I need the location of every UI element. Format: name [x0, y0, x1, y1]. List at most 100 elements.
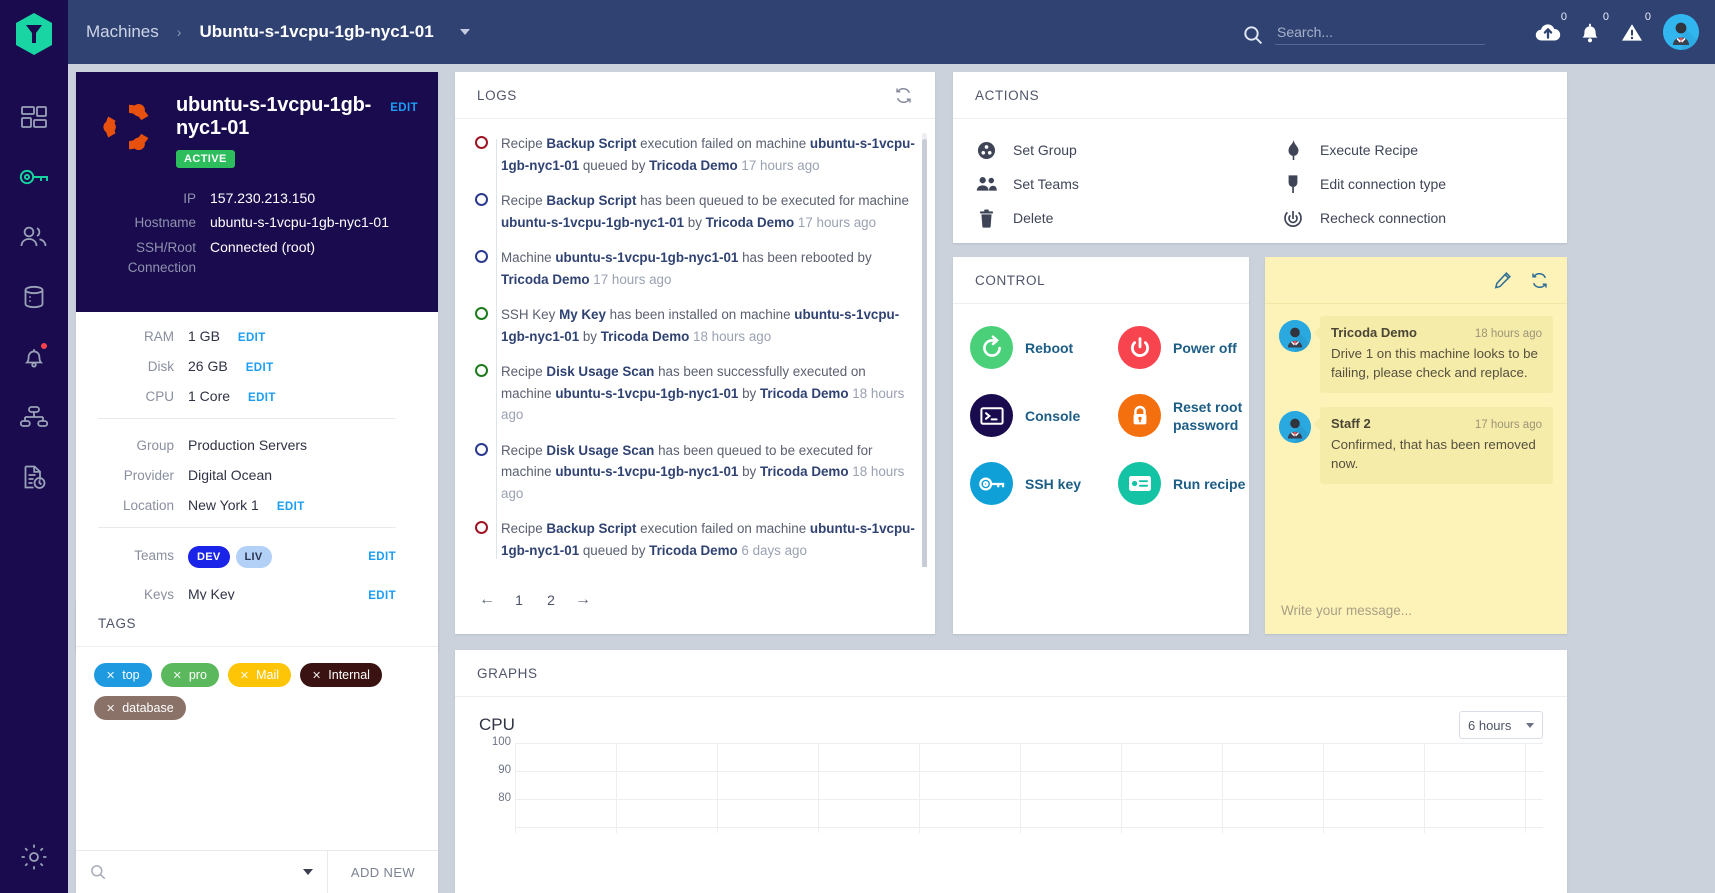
- machine-summary-card: ubuntu-s-1vcpu-1gb-nyc1-01 EDIT ACTIVE I…: [76, 72, 438, 652]
- action-label: Set Teams: [1013, 176, 1079, 192]
- team-badge-liv[interactable]: LIV: [235, 546, 272, 568]
- control-card: CONTROL Reboot Power off Console Reset r…: [953, 257, 1249, 634]
- teams-label: Teams: [134, 548, 174, 563]
- refresh-icon[interactable]: [894, 86, 913, 105]
- tag-chip[interactable]: ✕ Internal: [300, 663, 382, 687]
- team-badge-dev[interactable]: DEV: [188, 546, 230, 568]
- location-edit-link[interactable]: EDIT: [277, 501, 305, 513]
- sidebar-item-groups[interactable]: [14, 400, 54, 434]
- remove-tag-icon[interactable]: ✕: [240, 669, 249, 682]
- machine-spec-ram: RAM 1 GB EDIT: [76, 328, 418, 344]
- sidebar-item-settings[interactable]: [0, 843, 68, 871]
- breadcrumb-current[interactable]: Ubuntu-s-1vcpu-1gb-nyc1-01: [199, 22, 433, 42]
- logs-list[interactable]: Recipe Backup Script execution failed on…: [455, 119, 935, 567]
- delete-icon: [975, 209, 997, 228]
- teams-edit-link[interactable]: EDIT: [368, 551, 418, 563]
- search-input[interactable]: [1275, 19, 1485, 45]
- machine-teams-row: Teams DEV LIV EDIT: [76, 546, 418, 568]
- action-execute-recipe[interactable]: Execute Recipe: [1260, 133, 1567, 167]
- machine-field-ip: IP 157.230.213.150: [98, 190, 418, 206]
- pagination-page-2[interactable]: 2: [539, 587, 563, 613]
- action-set-teams[interactable]: Set Teams: [953, 167, 1260, 201]
- set-group-icon: [975, 141, 997, 160]
- chevron-down-icon[interactable]: [459, 29, 470, 35]
- chevron-down-icon[interactable]: [303, 869, 313, 875]
- remove-tag-icon[interactable]: ✕: [106, 669, 115, 682]
- action-label: Recheck connection: [1320, 210, 1447, 226]
- sidebar-nav: [14, 100, 54, 494]
- pagination-page-1[interactable]: 1: [507, 587, 531, 613]
- run-recipe-icon: [1118, 462, 1161, 505]
- tags-title: TAGS: [98, 615, 137, 631]
- control-run-recipe[interactable]: Run recipe: [1101, 462, 1249, 505]
- log-item: SSH Key My Key has been installed on mac…: [475, 304, 915, 361]
- power-off-icon: [1118, 326, 1161, 369]
- bell-icon: [1582, 23, 1598, 42]
- app-logo[interactable]: [0, 0, 68, 68]
- logs-scrollbar-thumb[interactable]: [922, 139, 927, 567]
- time-range-select[interactable]: 6 hours: [1459, 711, 1543, 739]
- sidebar-item-dashboard[interactable]: [14, 100, 54, 134]
- pagination-prev[interactable]: ←: [475, 587, 499, 613]
- pencil-icon[interactable]: [1494, 271, 1512, 289]
- control-ssh-key[interactable]: SSH key: [953, 462, 1101, 505]
- action-set-group[interactable]: Set Group: [953, 133, 1260, 167]
- field-value: Connected (root): [210, 239, 316, 255]
- sidebar-item-keys[interactable]: [14, 160, 54, 194]
- machine-name: ubuntu-s-1vcpu-1gb-nyc1-01: [176, 94, 372, 139]
- control-reset-root-password[interactable]: Reset root password: [1101, 394, 1249, 437]
- add-new-tag-button[interactable]: ADD NEW: [328, 865, 438, 880]
- field-label: IP: [183, 191, 196, 206]
- note-input[interactable]: [1281, 602, 1551, 618]
- breadcrumb-machines[interactable]: Machines: [86, 22, 159, 42]
- tags-card: TAGS ✕ top ✕ pro ✕ Mail ✕ Internal ✕ dat…: [76, 600, 438, 893]
- action-recheck-connection[interactable]: Recheck connection: [1260, 201, 1567, 235]
- remove-tag-icon[interactable]: ✕: [106, 702, 115, 715]
- machine-field-ssh: SSH/Root Connection Connected (root): [98, 238, 418, 278]
- control-reboot[interactable]: Reboot: [953, 326, 1101, 369]
- action-edit-connection-type[interactable]: Edit connection type: [1260, 167, 1567, 201]
- notifications-badge-count: 0: [1602, 11, 1609, 23]
- upload-badge-count: 0: [1560, 11, 1567, 23]
- sidebar-item-alerts[interactable]: [14, 340, 54, 374]
- avatar[interactable]: [1663, 14, 1699, 50]
- machine-field-hostname: Hostname ubuntu-s-1vcpu-1gb-nyc1-01: [98, 214, 418, 230]
- upload-cloud-button[interactable]: 0: [1527, 11, 1569, 52]
- tag-label: top: [122, 668, 140, 682]
- machine-details: RAM 1 GB EDIT Disk 26 GB EDIT CPU 1 Core…: [76, 312, 438, 602]
- search-icon[interactable]: [1243, 25, 1263, 45]
- control-title: CONTROL: [975, 272, 1046, 288]
- notes-card-header: [1265, 257, 1567, 304]
- disk-edit-link[interactable]: EDIT: [246, 362, 274, 374]
- note-item: Staff 2 17 hours ago Confirmed, that has…: [1279, 407, 1553, 484]
- refresh-icon[interactable]: [1530, 271, 1549, 290]
- sidebar-item-databases[interactable]: [14, 280, 54, 314]
- tag-chip[interactable]: ✕ pro: [160, 663, 219, 687]
- sidebar-item-logs[interactable]: [14, 460, 54, 494]
- action-delete[interactable]: Delete: [953, 201, 1260, 235]
- cpu-edit-link[interactable]: EDIT: [248, 392, 276, 404]
- avatar: [1279, 320, 1311, 352]
- ram-edit-link[interactable]: EDIT: [238, 332, 266, 344]
- y-axis-tick: 90: [498, 764, 511, 776]
- alerts-button[interactable]: 0: [1611, 11, 1653, 52]
- y-axis-tick: 100: [491, 736, 511, 748]
- remove-tag-icon[interactable]: ✕: [312, 669, 321, 682]
- notifications-button[interactable]: 0: [1569, 11, 1611, 52]
- tag-chip[interactable]: ✕ database: [94, 696, 186, 720]
- tag-search-input[interactable]: [116, 864, 293, 880]
- logs-pagination: ← 1 2 →: [455, 567, 935, 633]
- tag-chip[interactable]: ✕ top: [94, 663, 152, 687]
- ssh-key-icon: [970, 462, 1013, 505]
- control-console[interactable]: Console: [953, 394, 1101, 437]
- pagination-next[interactable]: →: [571, 587, 595, 613]
- tag-chip[interactable]: ✕ Mail: [227, 663, 292, 687]
- field-value: 1 Core: [188, 388, 231, 404]
- remove-tag-icon[interactable]: ✕: [173, 669, 182, 682]
- logs-scrollbar[interactable]: [922, 133, 927, 567]
- control-power-off[interactable]: Power off: [1101, 326, 1249, 369]
- machine-name-edit-link[interactable]: EDIT: [390, 102, 418, 114]
- graphs-title: GRAPHS: [477, 665, 538, 681]
- machine-hero: ubuntu-s-1vcpu-1gb-nyc1-01 EDIT ACTIVE I…: [76, 72, 438, 312]
- sidebar-item-users[interactable]: [14, 220, 54, 254]
